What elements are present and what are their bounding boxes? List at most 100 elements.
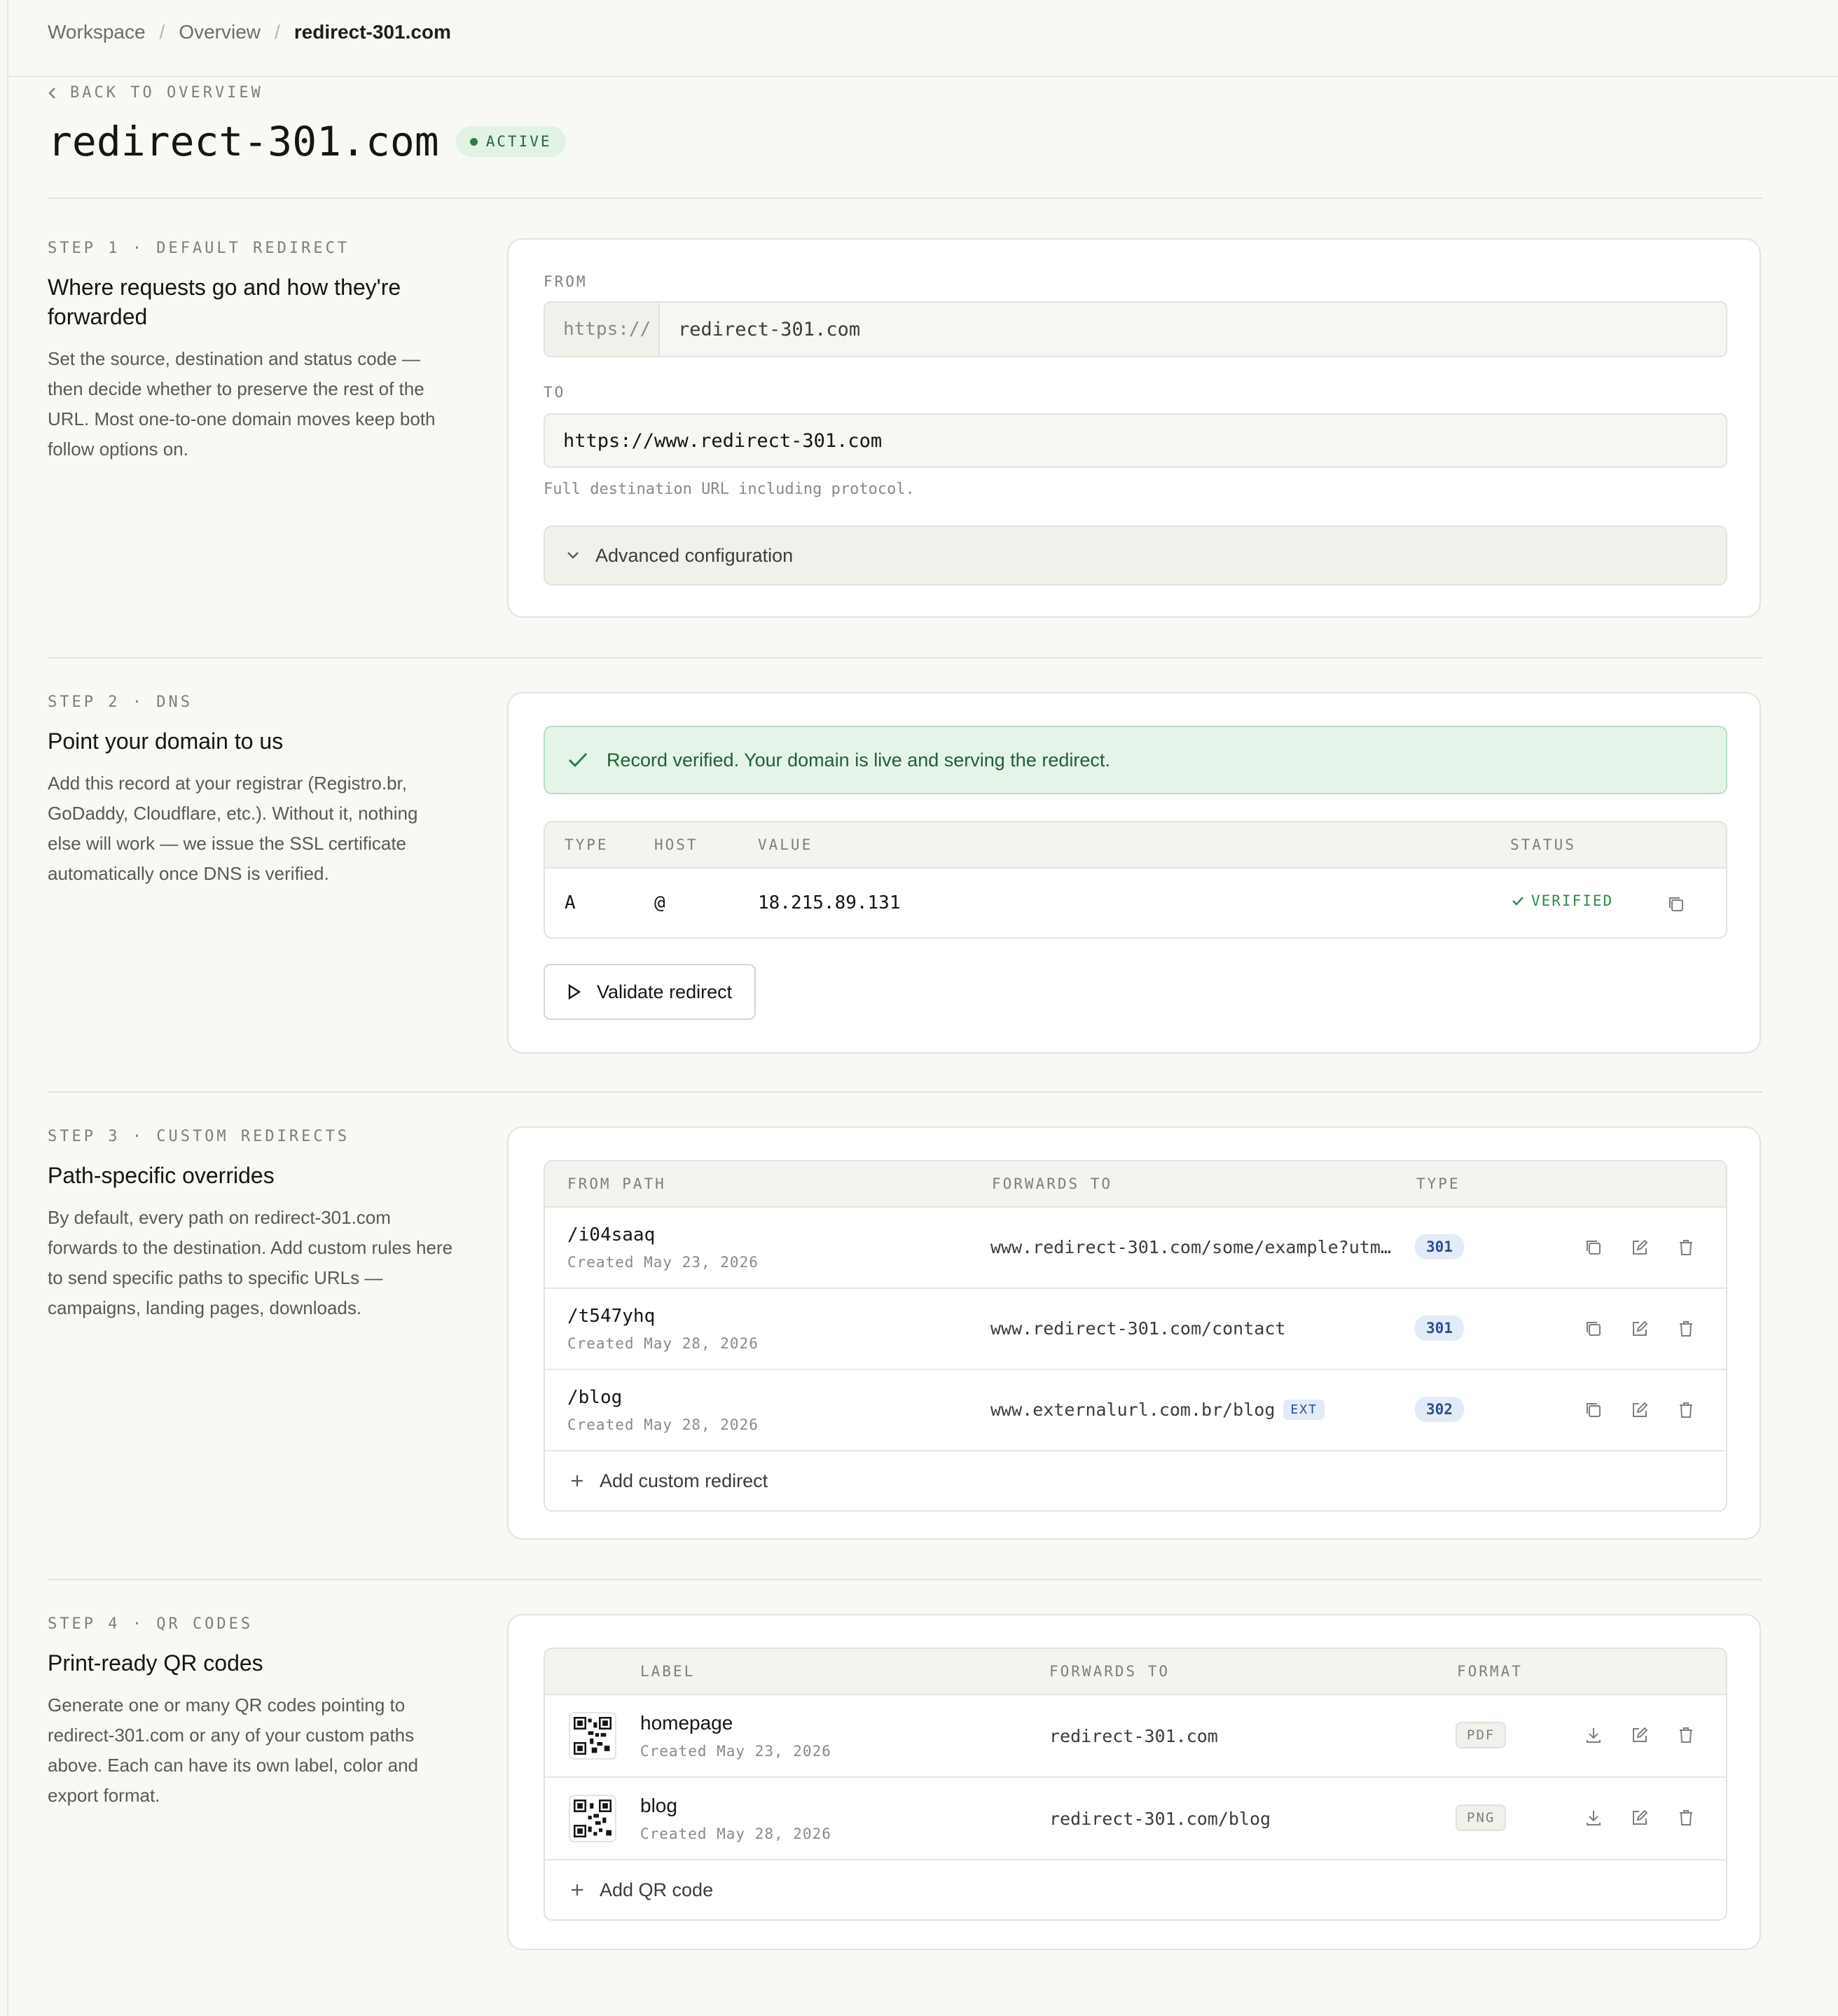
col-label: LABEL: [640, 1663, 696, 1680]
dns-card: Record verified. Your domain is live and…: [507, 692, 1761, 1054]
validate-redirect-button[interactable]: Validate redirect: [544, 964, 756, 1020]
col-type: TYPE: [565, 836, 609, 853]
chevron-left-icon: [48, 87, 55, 99]
step3-description: STEP 3 · CUSTOM REDIRECTS Path-specific …: [48, 1128, 454, 1323]
breadcrumb: Workspace / Overview / redirect-301.com: [48, 21, 451, 43]
from-field[interactable]: https:// redirect-301.com: [544, 301, 1727, 357]
trash-icon[interactable]: [1675, 1237, 1697, 1258]
edit-icon[interactable]: [1629, 1400, 1650, 1421]
edit-icon[interactable]: [1629, 1318, 1650, 1339]
download-icon[interactable]: [1583, 1807, 1604, 1828]
qr-destination: redirect-301.com/blog: [1049, 1809, 1271, 1829]
advanced-configuration-label: Advanced configuration: [595, 544, 794, 566]
status-badge-label: ACTIVE: [485, 133, 552, 150]
qr-label: homepage: [640, 1712, 733, 1734]
record-value: 18.215.89.131: [758, 892, 901, 913]
trash-icon[interactable]: [1675, 1318, 1697, 1339]
redirect-path: /i04saaq: [567, 1224, 656, 1245]
trash-icon[interactable]: [1675, 1400, 1697, 1421]
default-redirect-card: FROM https:// redirect-301.com TO https:…: [507, 238, 1761, 618]
edit-icon[interactable]: [1629, 1725, 1650, 1746]
step1-text: Set the source, destination and status c…: [48, 348, 436, 460]
section-divider: [48, 1091, 1762, 1093]
copy-icon[interactable]: [1583, 1400, 1604, 1421]
step3-heading: Path-specific overrides: [48, 1163, 275, 1188]
trash-icon[interactable]: [1675, 1725, 1697, 1746]
status-badge: ACTIVE: [455, 126, 566, 157]
page-header: redirect-301.com ACTIVE: [48, 118, 566, 165]
redirect-created: Created May 23, 2026: [567, 1254, 759, 1271]
add-qr-code-label: Add QR code: [600, 1879, 714, 1900]
section-divider: [48, 657, 1762, 658]
step2-heading: Point your domain to us: [48, 729, 284, 754]
redirect-code-badge: 301: [1415, 1316, 1464, 1341]
qr-format-badge: PDF: [1456, 1722, 1507, 1748]
table-row[interactable]: homepage Created May 23, 2026 redirect-3…: [545, 1695, 1726, 1778]
breadcrumb-workspace[interactable]: Workspace: [48, 21, 146, 43]
dns-alert-text: Record verified. Your domain is live and…: [607, 749, 1110, 771]
check-icon: [1512, 897, 1523, 906]
table-row[interactable]: /t547yhq Created May 28, 2026 www.redire…: [545, 1289, 1726, 1370]
edit-icon[interactable]: [1629, 1237, 1650, 1258]
step3-text: By default, every path on redirect-301.c…: [48, 1207, 453, 1318]
copy-icon[interactable]: [1666, 894, 1687, 915]
col-value: VALUE: [758, 836, 813, 853]
col-from-path: FROM PATH: [567, 1175, 666, 1192]
play-icon: [568, 984, 581, 1000]
breadcrumb-current: redirect-301.com: [293, 21, 451, 43]
download-icon[interactable]: [1583, 1725, 1604, 1746]
validate-redirect-label: Validate redirect: [597, 981, 733, 1002]
trash-icon[interactable]: [1675, 1807, 1697, 1828]
dns-verified-alert: Record verified. Your domain is live and…: [544, 726, 1727, 794]
advanced-configuration-toggle[interactable]: Advanced configuration: [544, 525, 1727, 586]
dns-table-header: TYPE HOST VALUE STATUS: [545, 822, 1726, 869]
qr-codes-card: LABEL FORWARDS TO FORMAT homepage Create…: [507, 1614, 1761, 1950]
qr-format-badge: PNG: [1456, 1804, 1507, 1831]
page-title: redirect-301.com: [48, 118, 439, 165]
redirect-created: Created May 28, 2026: [567, 1335, 759, 1352]
step4-text: Generate one or many QR codes pointing t…: [48, 1694, 419, 1806]
redirect-destination: www.externalurl.com.br/blog: [990, 1400, 1276, 1420]
redirects-table-header: FROM PATH FORWARDS TO TYPE: [545, 1161, 1726, 1208]
copy-icon[interactable]: [1583, 1237, 1604, 1258]
from-protocol-prefix: https://: [545, 303, 660, 356]
to-input[interactable]: https://www.redirect-301.com: [545, 430, 882, 452]
custom-redirects-table: FROM PATH FORWARDS TO TYPE /i04saaq Crea…: [544, 1160, 1727, 1512]
col-forwards-to: FORWARDS TO: [992, 1175, 1113, 1192]
qr-table-header: LABEL FORWARDS TO FORMAT: [545, 1649, 1726, 1695]
col-redirect-type: TYPE: [1416, 1175, 1460, 1192]
copy-icon[interactable]: [1583, 1318, 1604, 1339]
section-divider: [48, 1579, 1762, 1580]
breadcrumb-overview[interactable]: Overview: [179, 21, 261, 43]
qr-code-thumbnail: [569, 1712, 616, 1760]
col-forwards-to: FORWARDS TO: [1049, 1663, 1170, 1680]
qr-label: blog: [640, 1795, 677, 1816]
redirect-path: /t547yhq: [567, 1306, 656, 1327]
from-input[interactable]: redirect-301.com: [660, 319, 860, 340]
edit-icon[interactable]: [1629, 1807, 1650, 1828]
external-badge: EXT: [1283, 1400, 1325, 1420]
qr-codes-table: LABEL FORWARDS TO FORMAT homepage Create…: [544, 1648, 1727, 1921]
custom-redirects-card: FROM PATH FORWARDS TO TYPE /i04saaq Crea…: [507, 1126, 1761, 1540]
dns-record-row: A @ 18.215.89.131 VERIFIED: [545, 869, 1726, 937]
chevron-down-icon: [567, 552, 579, 559]
redirect-destination: www.redirect-301.com/some/example?utm_s…: [990, 1237, 1397, 1257]
table-row[interactable]: /blog Created May 28, 2026 www.externalu…: [545, 1370, 1726, 1451]
breadcrumb-separator: /: [159, 21, 165, 43]
add-qr-code-button[interactable]: Add QR code: [545, 1860, 1726, 1919]
step2-description: STEP 2 · DNS Point your domain to us Add…: [48, 693, 454, 889]
to-hint: Full destination URL including protocol.: [544, 481, 915, 498]
back-to-overview-link[interactable]: BACK TO OVERVIEW: [48, 84, 263, 102]
back-label: BACK TO OVERVIEW: [70, 84, 263, 102]
table-row[interactable]: blog Created May 28, 2026 redirect-301.c…: [545, 1778, 1726, 1860]
table-row[interactable]: /i04saaq Created May 23, 2026 www.redire…: [545, 1208, 1726, 1289]
record-status: VERIFIED: [1512, 892, 1613, 909]
record-host: @: [654, 892, 665, 913]
to-label: TO: [544, 384, 566, 401]
record-status-label: VERIFIED: [1531, 892, 1614, 909]
add-custom-redirect-button[interactable]: Add custom redirect: [545, 1451, 1726, 1510]
col-status: STATUS: [1510, 836, 1576, 853]
redirect-code-badge: 301: [1415, 1234, 1464, 1259]
from-label: FROM: [544, 273, 588, 290]
to-field[interactable]: https://www.redirect-301.com: [544, 413, 1727, 468]
